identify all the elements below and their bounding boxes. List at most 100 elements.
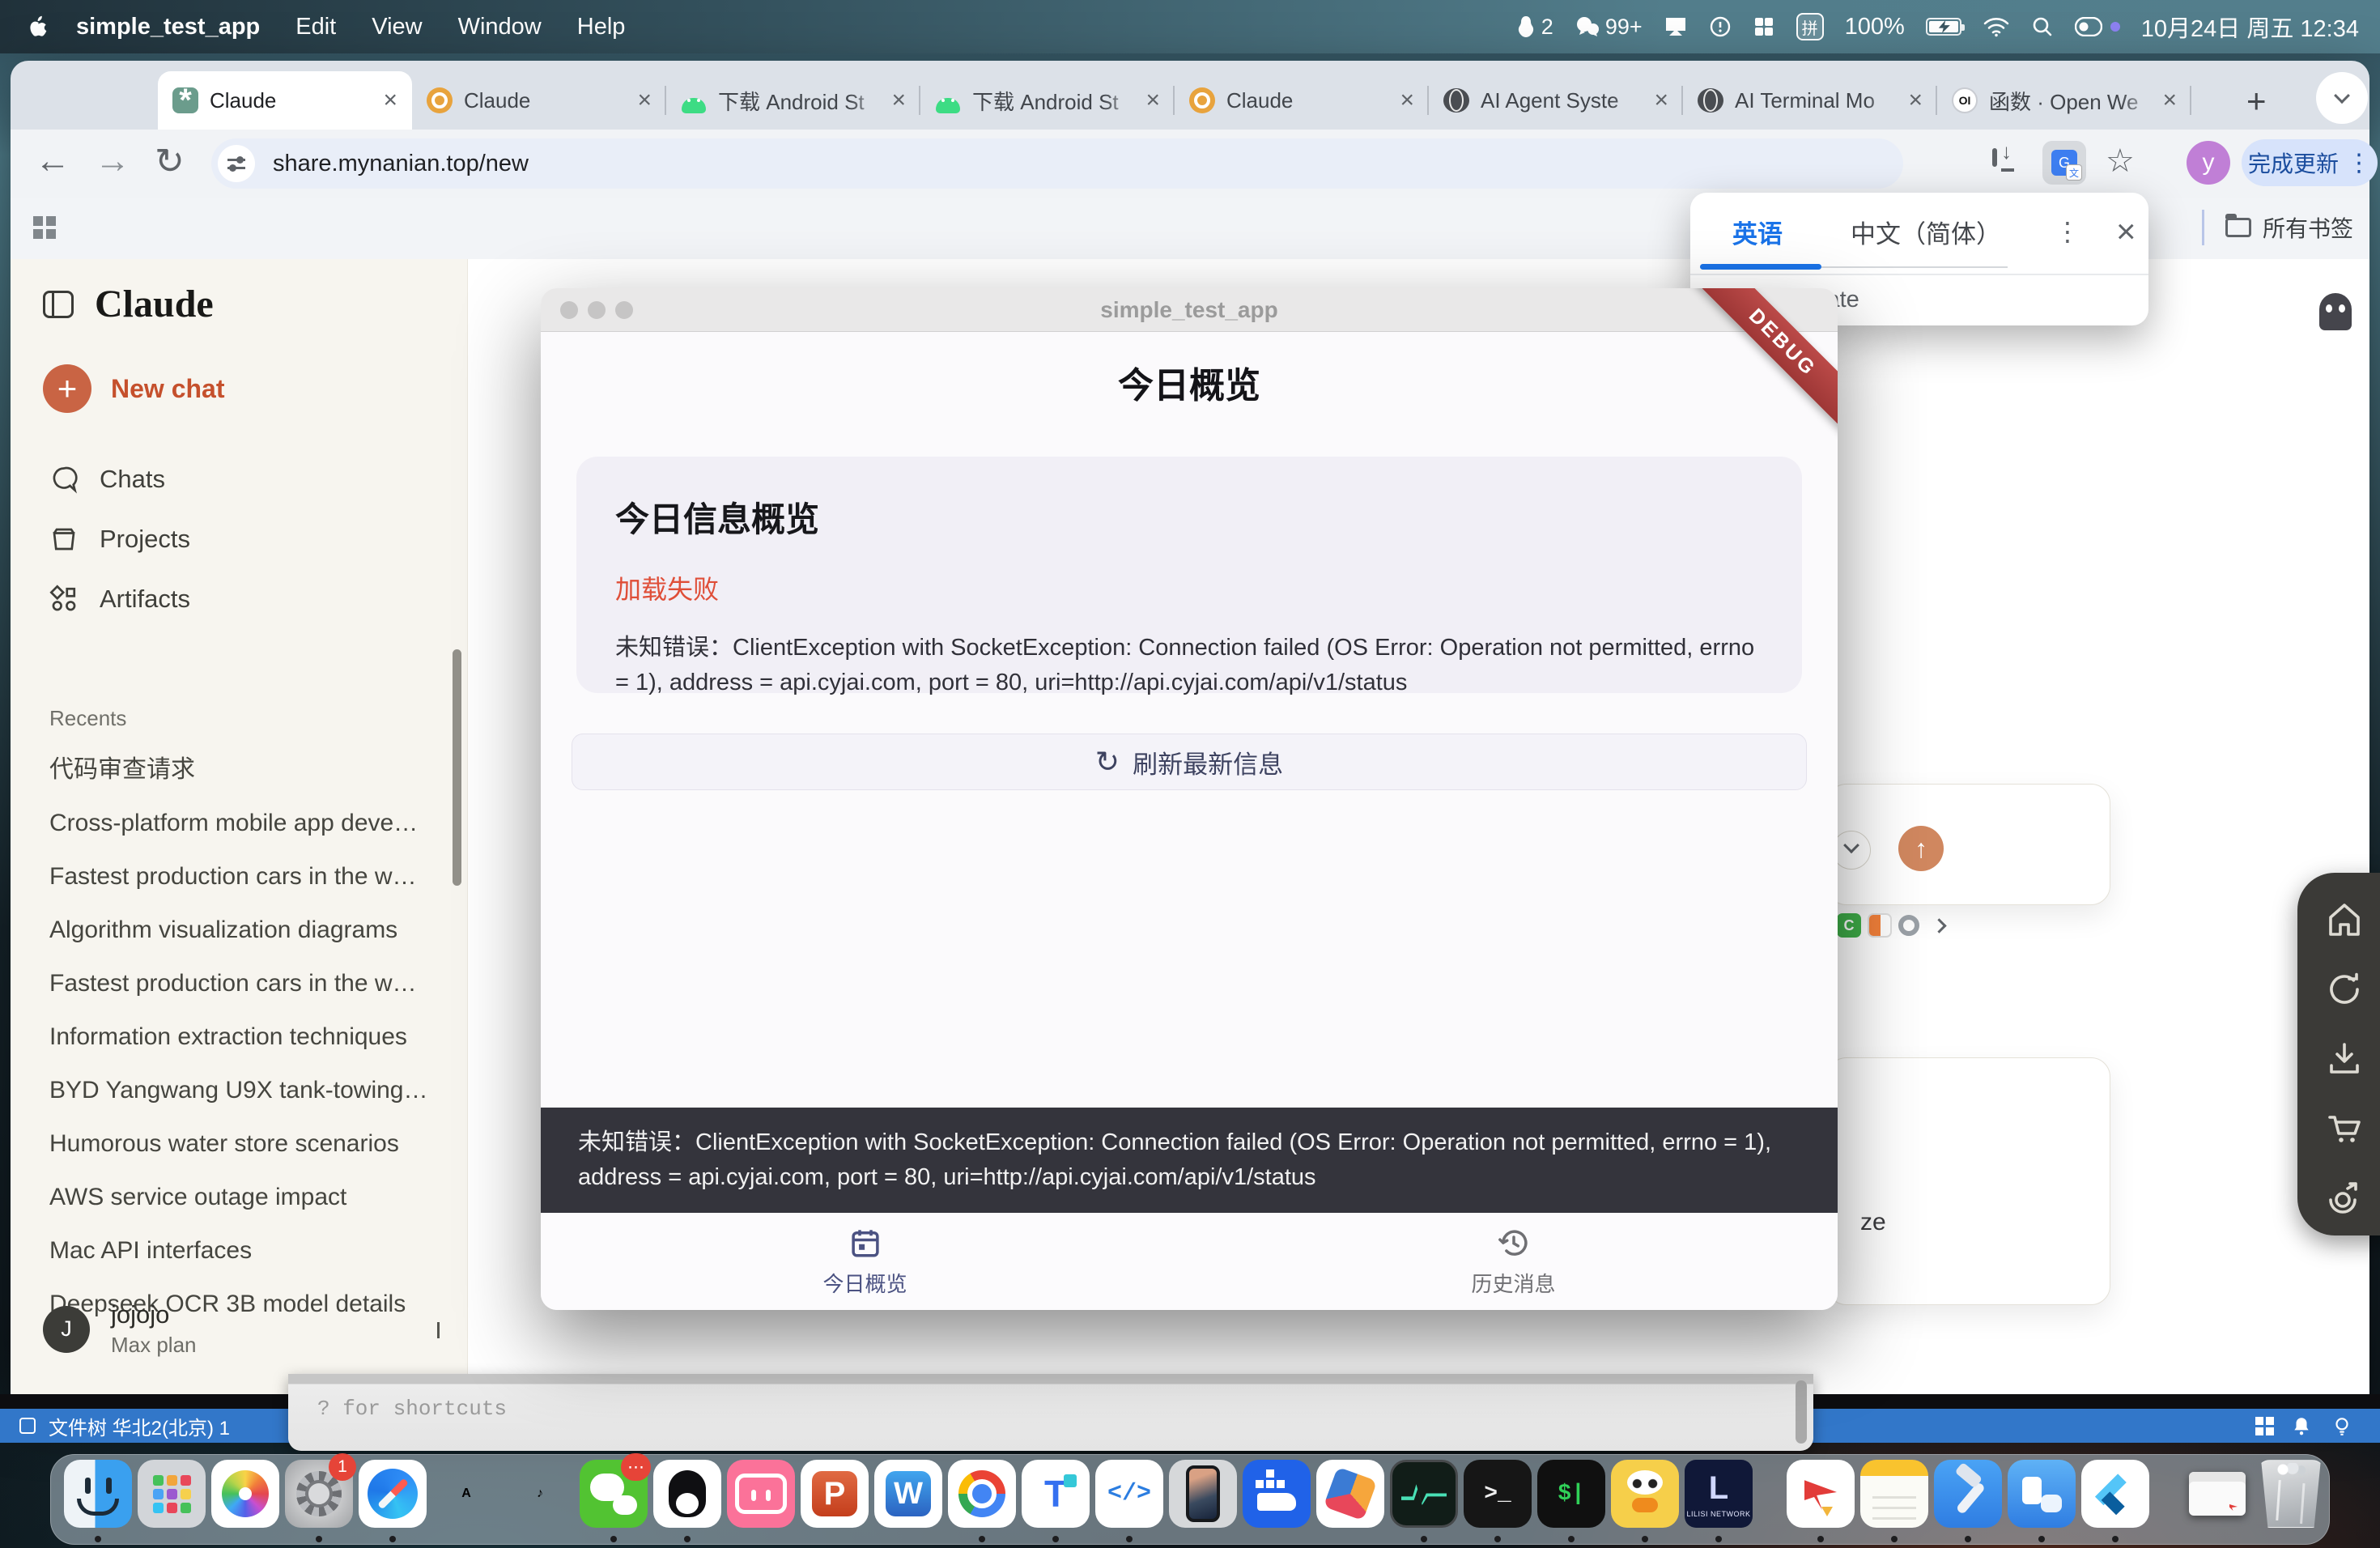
dock-item-app-store[interactable]: A bbox=[432, 1455, 500, 1544]
dock-item-vscode[interactable]: </> bbox=[1095, 1455, 1163, 1544]
home-icon[interactable] bbox=[2325, 900, 2364, 939]
bell-icon[interactable] bbox=[2291, 1415, 2312, 1436]
wifi-icon[interactable] bbox=[1983, 16, 2010, 37]
recent-chat-item[interactable]: Algorithm visualization diagrams bbox=[49, 904, 438, 957]
account-row[interactable]: J jojojo Max plan bbox=[43, 1300, 440, 1358]
app-close-button[interactable] bbox=[560, 301, 578, 319]
refresh-button[interactable]: ↻ 刷新最新信息 bbox=[572, 734, 1807, 790]
dock-item-launchpad[interactable] bbox=[138, 1455, 206, 1544]
app-title-bar[interactable]: simple_test_app bbox=[541, 288, 1838, 332]
finish-update-button[interactable]: 完成更新 ⋮ bbox=[2242, 139, 2378, 186]
control-center-icon[interactable] bbox=[2075, 17, 2102, 36]
favicon-green[interactable]: C bbox=[1837, 913, 1861, 938]
new-chat-button[interactable]: + New chat bbox=[43, 364, 224, 413]
dock-item-word[interactable]: W bbox=[874, 1455, 942, 1544]
tab-close-icon[interactable]: × bbox=[1654, 87, 1668, 114]
recent-chat-item[interactable]: Fastest production cars in the w… bbox=[49, 957, 438, 1010]
translate-tab-source[interactable]: 英语 bbox=[1732, 214, 1783, 250]
dock-item-qq-music[interactable]: ♪ bbox=[506, 1455, 574, 1544]
panel-scrollbar[interactable] bbox=[1796, 1380, 1807, 1444]
menu-bar-clock[interactable]: 10月24日 周五 12:34 bbox=[2141, 10, 2359, 44]
search-icon[interactable] bbox=[2031, 15, 2054, 38]
sidebar-scrollbar[interactable] bbox=[453, 649, 461, 886]
cart-icon[interactable] bbox=[2325, 1109, 2364, 1148]
browser-tab[interactable]: 下载 Android St× bbox=[666, 71, 920, 130]
refresh-icon[interactable] bbox=[2325, 970, 2364, 1009]
profile-avatar[interactable]: y bbox=[2187, 141, 2230, 185]
dock-item-paper-arrow[interactable] bbox=[1787, 1455, 1855, 1544]
bookmark-star-icon[interactable]: ☆ bbox=[2106, 142, 2135, 180]
dock-item-powerpoint[interactable]: P bbox=[801, 1455, 869, 1544]
window-manager-icon[interactable] bbox=[1753, 15, 1775, 38]
menu-help[interactable]: Help bbox=[577, 14, 626, 40]
sidebar-item-projects[interactable]: Projects bbox=[49, 525, 190, 554]
favicon-orange[interactable] bbox=[1868, 913, 1892, 938]
browser-tab[interactable]: AI Agent Syste× bbox=[1429, 71, 1683, 130]
tab-close-icon[interactable]: × bbox=[2162, 87, 2177, 114]
browser-tab[interactable]: Claude× bbox=[1175, 71, 1429, 130]
dock-item-photos[interactable] bbox=[211, 1455, 279, 1544]
translate-close-icon[interactable]: × bbox=[2116, 212, 2136, 251]
battery-icon[interactable] bbox=[1926, 18, 1961, 36]
browser-tab[interactable]: Claude× bbox=[412, 71, 666, 130]
share-target-icon[interactable] bbox=[2325, 1179, 2364, 1218]
recent-chat-item[interactable]: Cross-platform mobile app deve… bbox=[49, 797, 438, 850]
dock-item-trae[interactable]: T bbox=[1022, 1455, 1090, 1544]
tab-close-icon[interactable]: × bbox=[383, 87, 397, 114]
dock-item-cube[interactable] bbox=[1316, 1455, 1384, 1544]
dock-item-iphone[interactable] bbox=[1169, 1455, 1237, 1544]
favicon-circle[interactable] bbox=[1898, 915, 1919, 936]
dock-item-docker[interactable] bbox=[1243, 1455, 1311, 1544]
recent-chat-item[interactable]: Information extraction techniques bbox=[49, 1010, 438, 1064]
dock-item-finder[interactable] bbox=[64, 1455, 132, 1544]
extension-ghost-icon[interactable] bbox=[2319, 293, 2352, 330]
dock-item-monitor[interactable] bbox=[1390, 1455, 1458, 1544]
sidebar-item-artifacts[interactable]: Artifacts bbox=[49, 585, 190, 614]
wechat-status-icon[interactable]: 99+ bbox=[1575, 15, 1643, 40]
dock-item-bilibili[interactable] bbox=[727, 1455, 795, 1544]
tab-search-button[interactable] bbox=[2316, 72, 2368, 124]
app-minimize-button[interactable] bbox=[588, 301, 606, 319]
dock-item-terminal[interactable]: >_ bbox=[1464, 1455, 1532, 1544]
all-bookmarks-button[interactable]: 所有书签 bbox=[2263, 211, 2353, 244]
dock-item-notes[interactable] bbox=[1860, 1455, 1928, 1544]
grid-icon[interactable] bbox=[2255, 1417, 2263, 1425]
url-text[interactable]: share.mynanian.top/new bbox=[273, 151, 529, 177]
install-app-icon[interactable] bbox=[1992, 151, 1997, 165]
tab-close-icon[interactable]: × bbox=[1400, 87, 1414, 114]
menu-edit[interactable]: Edit bbox=[295, 14, 336, 40]
dock-item-lilisi[interactable]: LLILISI NETWORK bbox=[1685, 1455, 1753, 1544]
sync-status-icon[interactable] bbox=[1709, 15, 1732, 38]
tab-close-icon[interactable]: × bbox=[1145, 87, 1160, 114]
recent-chat-item[interactable]: 代码审查请求 bbox=[49, 743, 438, 797]
dock-item-xcode[interactable] bbox=[1934, 1455, 2002, 1544]
claude-logo[interactable]: Claude bbox=[95, 282, 214, 326]
back-button[interactable]: ← bbox=[35, 141, 70, 181]
dock-item-terminal-money[interactable]: $| bbox=[1537, 1455, 1605, 1544]
dock-item-qq[interactable] bbox=[653, 1455, 721, 1544]
apple-menu-icon[interactable] bbox=[28, 15, 49, 39]
translate-tab-target[interactable]: 中文（简体） bbox=[1851, 214, 2001, 250]
active-app-name[interactable]: simple_test_app bbox=[76, 14, 260, 40]
dock-item-safari[interactable] bbox=[359, 1455, 427, 1544]
tab-close-icon[interactable]: × bbox=[637, 87, 652, 114]
menu-window[interactable]: Window bbox=[458, 14, 542, 40]
forward-button[interactable]: → bbox=[95, 141, 130, 181]
dock-item-settings[interactable]: 1 bbox=[285, 1455, 353, 1544]
dock-item-wechat[interactable]: ⋯ bbox=[580, 1455, 648, 1544]
recent-chat-item[interactable]: Fastest production cars in the w… bbox=[49, 850, 438, 904]
site-settings-icon[interactable] bbox=[218, 145, 255, 182]
input-method-icon[interactable]: 拼 bbox=[1796, 13, 1824, 40]
dock-item-chrome[interactable] bbox=[948, 1455, 1016, 1544]
dock-item-freeform[interactable] bbox=[2008, 1455, 2076, 1544]
address-bar[interactable]: share.mynanian.top/new bbox=[211, 138, 1903, 189]
dock-item-trash[interactable] bbox=[2257, 1455, 2325, 1544]
browser-tab[interactable]: 下载 Android St× bbox=[920, 71, 1175, 130]
sidebar-toggle-icon[interactable] bbox=[43, 291, 74, 318]
menu-view[interactable]: View bbox=[372, 14, 422, 40]
display-icon[interactable] bbox=[1664, 15, 1688, 38]
recent-chat-item[interactable]: BYD Yangwang U9X tank-towing… bbox=[49, 1064, 438, 1117]
browser-menu-dots[interactable]: ⋮ bbox=[2347, 149, 2371, 177]
reload-button[interactable]: ↻ bbox=[155, 141, 185, 182]
nav-item-history[interactable]: 历史消息 bbox=[1189, 1213, 1838, 1310]
